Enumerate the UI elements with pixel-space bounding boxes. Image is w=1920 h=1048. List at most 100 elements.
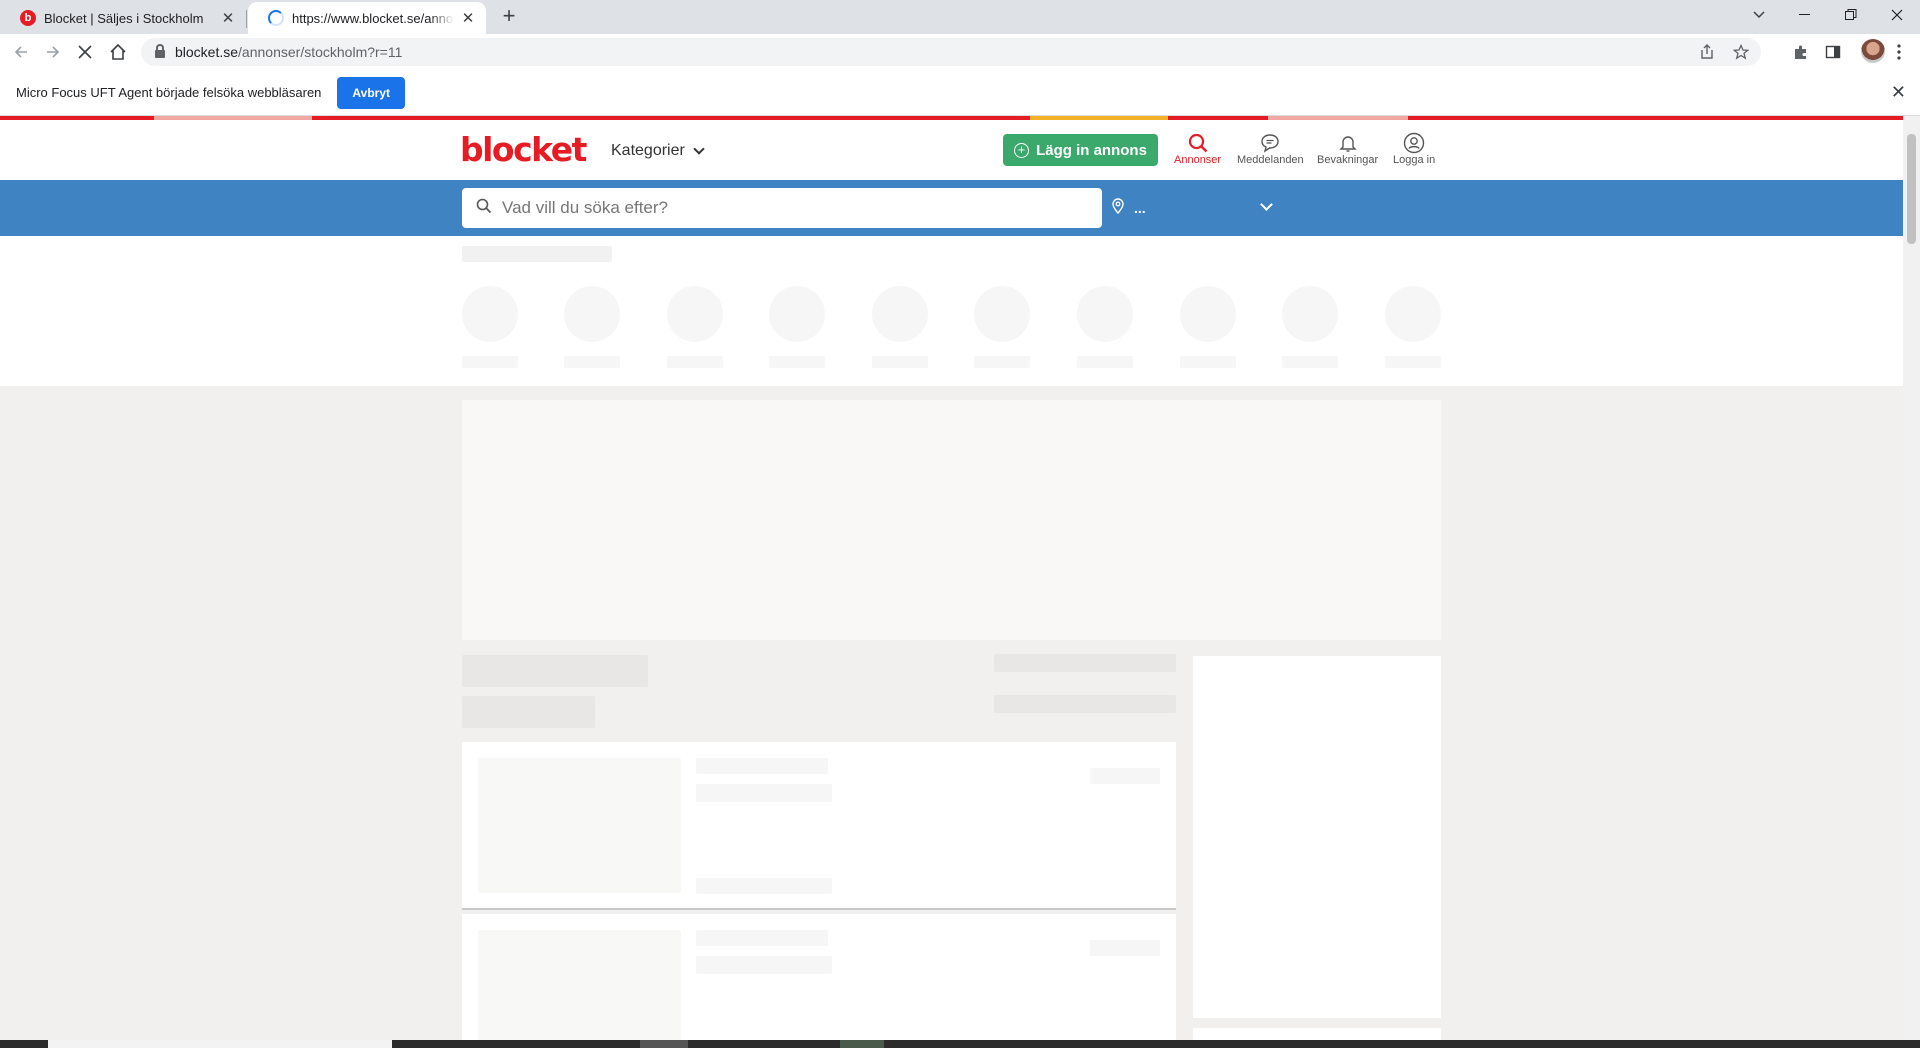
user-icon — [1403, 132, 1425, 154]
chevron-down-icon[interactable] — [1260, 198, 1273, 211]
categories-dropdown[interactable]: Kategorier — [611, 142, 705, 160]
category-label-placeholder — [974, 356, 1030, 368]
result-count-placeholder — [462, 655, 648, 687]
tab-title: https://www.blocket.se/annonser/stockhol… — [292, 10, 454, 26]
minimize-button[interactable] — [1782, 0, 1828, 30]
new-tab-button[interactable]: + — [496, 4, 522, 30]
page-viewport: blocket Kategorier + Lägg in annons Anno… — [0, 116, 1903, 1040]
result-subtitle-placeholder — [462, 696, 595, 728]
location-selector[interactable]: ... — [1112, 198, 1146, 217]
restore-button[interactable] — [1828, 0, 1874, 30]
url-path: /annonser/stockholm?r=11 — [238, 44, 403, 60]
cancel-debugging-button[interactable]: Avbryt — [337, 76, 405, 109]
more-menu-icon[interactable] — [1887, 40, 1911, 64]
infobar-message: Micro Focus UFT Agent började felsöka we… — [16, 85, 322, 100]
window-controls — [1736, 0, 1920, 30]
nav-label: Annonser — [1174, 154, 1222, 166]
browser-toolbar: blocket.se/annonser/stockholm?r=11 — [0, 34, 1920, 70]
page-scrollbar[interactable] — [1903, 116, 1920, 1040]
category-icon-placeholder — [872, 286, 928, 342]
message-icon — [1260, 132, 1280, 154]
location-value: ... — [1134, 199, 1146, 216]
category-label-placeholder — [1180, 356, 1236, 368]
listing-meta-placeholder — [696, 758, 828, 774]
category-icon-placeholder — [769, 286, 825, 342]
filter-control-placeholder — [994, 695, 1176, 713]
nav-meddelanden[interactable]: Meddelanden — [1237, 132, 1304, 166]
infobar-close-icon[interactable]: ✕ — [1891, 82, 1906, 103]
taskbar-app[interactable] — [640, 1040, 688, 1048]
category-icon-placeholder — [974, 286, 1030, 342]
tab-close-icon[interactable]: ✕ — [460, 9, 476, 27]
site-header: blocket Kategorier + Lägg in annons Anno… — [0, 120, 1903, 180]
tab-blocket-saljes[interactable]: b Blocket | Säljes i Stockholm ✕ — [0, 2, 246, 34]
taskbar-app[interactable] — [840, 1040, 884, 1048]
nav-bevakningar[interactable]: Bevakningar — [1317, 132, 1378, 166]
category-label-placeholder — [462, 356, 518, 368]
tab-blocket-annonser[interactable]: https://www.blocket.se/annonser/stockhol… — [248, 2, 486, 34]
loading-spinner-icon — [268, 10, 284, 26]
nav-label: Logga in — [1393, 154, 1436, 166]
plus-circle-icon: + — [1014, 142, 1030, 158]
blocket-logo[interactable]: blocket — [460, 130, 587, 169]
url-text: blocket.se/annonser/stockholm?r=11 — [175, 44, 402, 60]
tab-separator — [246, 10, 247, 28]
listing-title-placeholder — [696, 956, 832, 974]
debugging-infobar: Micro Focus UFT Agent började felsöka we… — [0, 70, 1920, 116]
side-panel-icon[interactable] — [1821, 40, 1845, 64]
bell-icon — [1338, 132, 1358, 154]
blocket-favicon-icon: b — [20, 10, 36, 26]
url-host: blocket.se — [175, 44, 239, 60]
nav-logga-in[interactable]: Logga in — [1393, 132, 1435, 166]
os-taskbar — [0, 1040, 1920, 1048]
category-carousel-skeleton — [0, 236, 1903, 386]
category-label-placeholder — [1385, 356, 1441, 368]
listing-meta-placeholder — [696, 930, 828, 946]
listing-footer-placeholder — [696, 878, 832, 894]
search-box[interactable] — [462, 188, 1102, 228]
category-icon-placeholder — [667, 286, 723, 342]
bookmark-star-icon[interactable] — [1729, 40, 1753, 64]
listing-card-skeleton — [462, 742, 1176, 910]
post-ad-button[interactable]: + Lägg in annons — [1003, 134, 1158, 166]
category-icon-placeholder — [1282, 286, 1338, 342]
nav-annonser[interactable]: Annonser — [1174, 132, 1221, 166]
chevron-down-icon — [693, 143, 705, 155]
category-label-placeholder — [769, 356, 825, 368]
share-icon[interactable] — [1695, 40, 1719, 64]
sort-control-placeholder — [994, 654, 1176, 672]
address-bar[interactable]: blocket.se/annonser/stockholm?r=11 — [141, 38, 1761, 66]
location-pin-icon — [1112, 198, 1124, 217]
category-label-placeholder — [1282, 356, 1338, 368]
ad-banner-placeholder — [462, 400, 1441, 640]
close-window-button[interactable] — [1874, 0, 1920, 30]
category-icon-placeholder — [1077, 286, 1133, 342]
category-icon-placeholder — [564, 286, 620, 342]
category-label-placeholder — [564, 356, 620, 368]
profile-avatar[interactable] — [1861, 39, 1885, 63]
stop-loading-icon[interactable] — [73, 40, 97, 64]
category-label-placeholder — [667, 356, 723, 368]
omnibox-actions — [1695, 40, 1753, 64]
back-arrow-icon[interactable] — [9, 40, 33, 64]
tab-close-icon[interactable]: ✕ — [220, 9, 236, 27]
category-label-placeholder — [1077, 356, 1133, 368]
listing-card-skeleton — [462, 914, 1176, 1040]
forward-arrow-icon[interactable] — [41, 40, 65, 64]
tab-search-icon[interactable] — [1736, 0, 1782, 30]
lock-icon[interactable] — [155, 43, 165, 58]
taskbar-search[interactable] — [48, 1040, 392, 1048]
listing-price-placeholder — [1090, 940, 1160, 956]
browser-tab-strip: b Blocket | Säljes i Stockholm ✕ https:/… — [0, 0, 1920, 34]
post-ad-label: Lägg in annons — [1036, 141, 1147, 159]
categories-label: Kategorier — [611, 142, 685, 159]
listing-title-placeholder — [696, 784, 832, 802]
search-input[interactable] — [502, 198, 1062, 218]
nav-label: Meddelanden — [1237, 154, 1304, 166]
extensions-puzzle-icon[interactable] — [1789, 40, 1813, 64]
sidebar-ad-placeholder — [1193, 656, 1441, 1018]
home-icon[interactable] — [106, 40, 130, 64]
scrollbar-thumb[interactable] — [1907, 134, 1916, 244]
search-band: ... — [0, 180, 1903, 236]
category-icon-placeholder — [1180, 286, 1236, 342]
